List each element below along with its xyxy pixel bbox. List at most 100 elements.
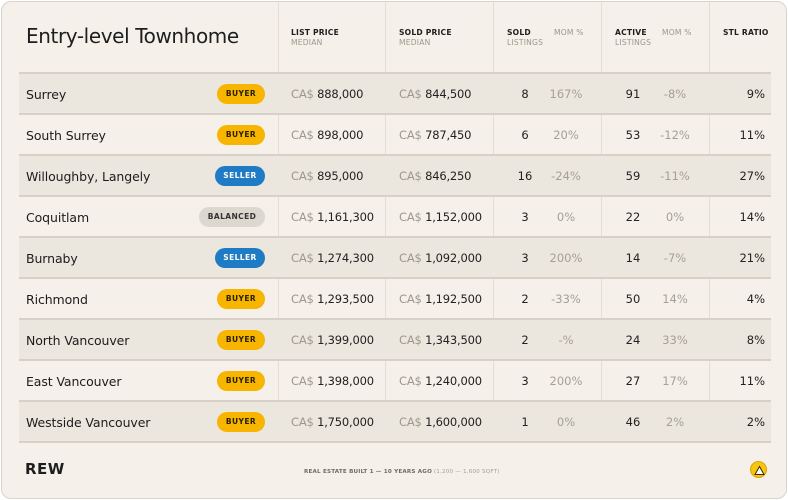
currency-label: CA$ bbox=[399, 210, 422, 224]
currency-label: CA$ bbox=[399, 169, 422, 183]
table-row: North Vancouver BUYER CA$ 1,399,000 CA$ 1,3… bbox=[19, 320, 771, 361]
active-mom: 2% bbox=[665, 415, 685, 429]
area-name: Burnaby bbox=[26, 251, 78, 266]
sold-listings: 2 bbox=[521, 292, 529, 306]
area-name: Coquitlam bbox=[26, 210, 90, 225]
sold-mom: 167% bbox=[549, 87, 583, 101]
stl-ratio: 2% bbox=[746, 415, 765, 429]
table-row: Surrey BUYER CA$ 888,000 CA$ 844,500 8 167% 91… bbox=[19, 74, 771, 115]
market-badge: BUYER bbox=[217, 412, 265, 432]
area-name: South Surrey bbox=[26, 128, 106, 143]
market-badge: BUYER bbox=[217, 289, 265, 309]
table-row: Willoughby, Langely SELLER CA$ 895,000 CA$ … bbox=[19, 156, 771, 197]
header-stl-ratio-label: STL RATIO bbox=[723, 28, 769, 37]
sold-price: CA$ 1,240,000 bbox=[399, 361, 482, 402]
table-row: Richmond BUYER CA$ 1,293,500 CA$ 1,192,500 2… bbox=[19, 279, 771, 320]
list-price: CA$ 1,398,000 bbox=[291, 361, 374, 402]
list-price: CA$ 895,000 bbox=[291, 156, 363, 197]
list-price-value: 1,274,300 bbox=[317, 251, 374, 265]
header-sold-price-label: SOLD PRICE bbox=[399, 28, 452, 37]
header-list-price-sub: MEDIAN bbox=[291, 38, 323, 47]
table-row: East Vancouver BUYER CA$ 1,398,000 CA$ 1,24… bbox=[19, 361, 771, 402]
sold-price-value: 1,192,500 bbox=[425, 292, 482, 306]
area-name: North Vancouver bbox=[26, 333, 130, 348]
currency-label: CA$ bbox=[399, 292, 422, 306]
active-listings: 50 bbox=[625, 292, 641, 306]
list-price: CA$ 1,293,500 bbox=[291, 279, 374, 320]
currency-label: CA$ bbox=[399, 333, 422, 347]
stl-ratio: 11% bbox=[739, 374, 765, 388]
triangle-badge-icon bbox=[750, 461, 767, 478]
table-row: Coquitlam BALANCED CA$ 1,161,300 CA$ 1,152,… bbox=[19, 197, 771, 238]
header-sold: SOLD LISTINGS bbox=[507, 28, 543, 48]
currency-label: CA$ bbox=[399, 128, 422, 142]
sold-price: CA$ 844,500 bbox=[399, 74, 471, 115]
sold-price-value: 1,600,000 bbox=[425, 415, 482, 429]
sold-price-value: 1,092,000 bbox=[425, 251, 482, 265]
market-badge: SELLER bbox=[215, 248, 265, 268]
stl-ratio: 4% bbox=[746, 292, 765, 306]
list-price: CA$ 898,000 bbox=[291, 115, 363, 156]
sold-price-value: 1,240,000 bbox=[425, 374, 482, 388]
list-price: CA$ 1,750,000 bbox=[291, 402, 374, 443]
list-price-value: 1,750,000 bbox=[317, 415, 374, 429]
sold-listings: 16 bbox=[517, 169, 533, 183]
active-mom: 0% bbox=[665, 210, 685, 224]
sold-listings: 1 bbox=[521, 415, 529, 429]
sold-price-value: 1,343,500 bbox=[425, 333, 482, 347]
sold-mom: -33% bbox=[551, 292, 581, 306]
active-mom: -11% bbox=[660, 169, 690, 183]
stl-ratio: 11% bbox=[739, 128, 765, 142]
currency-label: CA$ bbox=[399, 374, 422, 388]
sold-mom: 200% bbox=[549, 251, 583, 265]
sold-mom: 0% bbox=[556, 415, 576, 429]
active-mom: -8% bbox=[663, 87, 687, 101]
header-sold-price: SOLD PRICE MEDIAN bbox=[399, 28, 452, 48]
table-row: Burnaby SELLER CA$ 1,274,300 CA$ 1,092,000 3… bbox=[19, 238, 771, 279]
stl-ratio: 8% bbox=[746, 333, 765, 347]
area-name: Richmond bbox=[26, 292, 88, 307]
active-mom: 33% bbox=[662, 333, 688, 347]
active-listings: 91 bbox=[625, 87, 641, 101]
sold-price-value: 787,450 bbox=[425, 128, 472, 142]
market-table-card: Entry-level Townhome LIST PRICE MEDIAN S… bbox=[1, 1, 787, 499]
header-active-mom: MOM % bbox=[662, 28, 692, 37]
list-price-value: 888,000 bbox=[317, 87, 364, 101]
header-list-price: LIST PRICE MEDIAN bbox=[291, 28, 339, 48]
header-sold-price-sub: MEDIAN bbox=[399, 38, 431, 47]
currency-label: CA$ bbox=[399, 415, 422, 429]
currency-label: CA$ bbox=[291, 169, 314, 183]
market-badge: BUYER bbox=[217, 371, 265, 391]
area-name: Willoughby, Langely bbox=[26, 169, 151, 184]
active-listings: 24 bbox=[625, 333, 641, 347]
footer-note-main: REAL ESTATE BUILT 1 — 10 YEARS AGO bbox=[304, 469, 433, 475]
sold-price-value: 1,152,000 bbox=[425, 210, 482, 224]
sold-price: CA$ 1,152,000 bbox=[399, 197, 482, 238]
active-mom: 17% bbox=[662, 374, 688, 388]
sold-mom: -% bbox=[558, 333, 574, 347]
active-mom: -12% bbox=[660, 128, 690, 142]
page-title: Entry-level Townhome bbox=[26, 24, 239, 48]
list-price-value: 1,398,000 bbox=[317, 374, 374, 388]
sold-price: CA$ 846,250 bbox=[399, 156, 471, 197]
list-price: CA$ 1,161,300 bbox=[291, 197, 374, 238]
list-price-value: 898,000 bbox=[317, 128, 364, 142]
currency-label: CA$ bbox=[291, 87, 314, 101]
active-listings: 27 bbox=[625, 374, 641, 388]
list-price-value: 1,161,300 bbox=[317, 210, 374, 224]
currency-label: CA$ bbox=[291, 333, 314, 347]
list-price-value: 1,293,500 bbox=[317, 292, 374, 306]
market-badge: BUYER bbox=[217, 125, 265, 145]
header-list-price-label: LIST PRICE bbox=[291, 28, 339, 37]
header-sold-mom: MOM % bbox=[554, 28, 584, 37]
sold-price: CA$ 1,600,000 bbox=[399, 402, 482, 443]
currency-label: CA$ bbox=[291, 128, 314, 142]
market-badge: BUYER bbox=[217, 84, 265, 104]
list-price: CA$ 1,274,300 bbox=[291, 238, 374, 279]
currency-label: CA$ bbox=[399, 251, 422, 265]
currency-label: CA$ bbox=[291, 210, 314, 224]
sold-price-value: 846,250 bbox=[425, 169, 472, 183]
sold-price: CA$ 1,343,500 bbox=[399, 320, 482, 361]
list-price: CA$ 888,000 bbox=[291, 74, 363, 115]
row-divider bbox=[19, 441, 771, 443]
